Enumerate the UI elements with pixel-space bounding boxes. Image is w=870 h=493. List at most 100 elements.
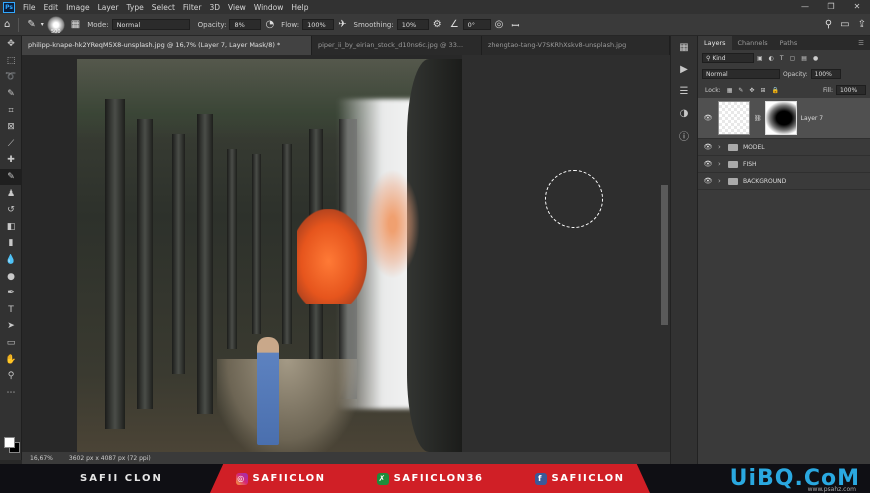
tab-document-3[interactable]: zhengtao-tang-V7SKRhXskv8-unsplash.jpg xyxy=(482,36,670,55)
blur-tool-icon[interactable]: 💧 xyxy=(0,252,22,269)
chevron-right-icon[interactable]: › xyxy=(718,177,728,185)
pen-tool-icon[interactable]: ✒ xyxy=(0,285,22,302)
chevron-down-icon[interactable]: ▾ xyxy=(41,21,44,28)
brush-tool-icon[interactable]: ✎ xyxy=(0,168,22,186)
document-image[interactable] xyxy=(77,59,462,452)
layer-group-row[interactable]: 👁 › BACKGROUND xyxy=(698,173,870,190)
scrollbar-thumb[interactable] xyxy=(661,185,668,325)
adjustments-panel-icon[interactable]: ◑ xyxy=(671,102,697,124)
lock-position-icon[interactable]: ✥ xyxy=(749,87,754,94)
menu-type[interactable]: Type xyxy=(123,3,148,12)
history-panel-icon[interactable]: ▦ xyxy=(671,36,697,58)
filter-shape-icon[interactable]: ▢ xyxy=(790,55,796,62)
healing-tool-icon[interactable]: ✚ xyxy=(0,152,22,169)
opacity-field[interactable]: 8% xyxy=(229,19,262,30)
more-tools-icon[interactable]: ⋯ xyxy=(0,384,22,401)
visibility-eye-icon[interactable]: 👁 xyxy=(698,143,718,151)
panel-menu-icon[interactable]: ☰ xyxy=(852,36,870,50)
actions-panel-icon[interactable]: ▶ xyxy=(671,58,697,80)
brush-settings-icon[interactable]: ▦ xyxy=(71,19,80,30)
quick-select-tool-icon[interactable]: ✎ xyxy=(0,86,22,103)
filter-kind-select[interactable]: ⚲ Kind xyxy=(702,53,754,63)
clone-stamp-tool-icon[interactable]: ♟ xyxy=(0,185,22,202)
layer-opacity-field[interactable]: 100% xyxy=(810,69,841,79)
filter-smart-icon[interactable]: ▤ xyxy=(801,55,807,62)
marquee-tool-icon[interactable]: ⬚ xyxy=(0,53,22,70)
tab-document-2[interactable]: piper_ii_by_eirian_stock_d10ns6c.jpg @ 3… xyxy=(312,36,482,55)
lasso-tool-icon[interactable]: ➰ xyxy=(0,69,22,86)
angle-field[interactable]: 0° xyxy=(462,19,491,30)
zoom-level[interactable]: 16,67% xyxy=(30,455,53,462)
menu-view[interactable]: View xyxy=(224,3,250,12)
lock-artboard-icon[interactable]: ⊞ xyxy=(760,87,765,94)
lock-transparency-icon[interactable]: ▦ xyxy=(727,87,733,94)
hand-tool-icon[interactable]: ✋ xyxy=(0,351,22,368)
layer-row[interactable]: 👁 ⛓ Layer 7 xyxy=(698,98,870,139)
layer-thumbnail[interactable] xyxy=(718,101,750,135)
blend-mode-select[interactable]: Normal xyxy=(702,69,780,79)
tab-channels[interactable]: Channels xyxy=(732,36,774,50)
pressure-opacity-icon[interactable]: ◔ xyxy=(265,19,274,30)
lock-all-icon[interactable]: 🔒 xyxy=(771,87,778,94)
minimize-icon[interactable]: — xyxy=(792,0,818,14)
visibility-eye-icon[interactable]: 👁 xyxy=(698,177,718,185)
chain-link-icon[interactable]: ⛓ xyxy=(754,115,762,122)
menu-image[interactable]: Image xyxy=(62,3,94,12)
chevron-right-icon[interactable]: › xyxy=(718,143,728,151)
flow-field[interactable]: 100% xyxy=(302,19,335,30)
menu-edit[interactable]: Edit xyxy=(40,3,63,12)
angle-icon[interactable]: ∠ xyxy=(450,19,459,30)
visibility-eye-icon[interactable]: 👁 xyxy=(698,160,718,168)
layer-fill-field[interactable]: 100% xyxy=(836,85,866,95)
path-selection-tool-icon[interactable]: ➤ xyxy=(0,318,22,335)
brush-preset-picker[interactable]: 500 xyxy=(46,15,65,35)
filter-adjust-icon[interactable]: ◐ xyxy=(769,55,774,62)
filter-type-icon[interactable]: T xyxy=(780,55,784,62)
share-icon[interactable]: ⇪ xyxy=(858,19,866,30)
lock-pixels-icon[interactable]: ✎ xyxy=(738,87,743,94)
menu-3d[interactable]: 3D xyxy=(205,3,224,12)
shape-tool-icon[interactable]: ▭ xyxy=(0,335,22,352)
symmetry-icon[interactable]: ꟷ xyxy=(511,18,519,32)
info-panel-icon[interactable]: ⓘ xyxy=(671,124,697,146)
frame-tool-icon[interactable]: ⊠ xyxy=(0,119,22,136)
properties-panel-icon[interactable]: ☰ xyxy=(671,80,697,102)
gradient-tool-icon[interactable]: ▮ xyxy=(0,235,22,252)
menu-help[interactable]: Help xyxy=(287,3,312,12)
photoshop-logo-icon[interactable]: Ps xyxy=(3,1,15,13)
crop-tool-icon[interactable]: ⌗ xyxy=(0,102,22,119)
vertical-scrollbar[interactable] xyxy=(659,55,670,452)
maximize-icon[interactable]: ❐ xyxy=(818,0,844,14)
foreground-color-swatch[interactable] xyxy=(4,437,15,448)
menu-select[interactable]: Select xyxy=(148,3,179,12)
filter-toggle-icon[interactable]: ● xyxy=(813,55,818,62)
menu-layer[interactable]: Layer xyxy=(94,3,123,12)
menu-window[interactable]: Window xyxy=(250,3,288,12)
airbrush-icon[interactable]: ✈ xyxy=(338,19,346,30)
filter-pixel-icon[interactable]: ▣ xyxy=(757,55,763,62)
close-icon[interactable]: ✕ xyxy=(844,0,870,14)
search-icon[interactable]: ⚲ xyxy=(825,19,832,30)
pressure-size-icon[interactable]: ◎ xyxy=(495,19,504,30)
workspace-icon[interactable]: ▭ xyxy=(840,19,849,30)
visibility-eye-icon[interactable]: 👁 xyxy=(698,114,718,122)
canvas-area[interactable] xyxy=(22,55,659,452)
history-brush-tool-icon[interactable]: ↺ xyxy=(0,202,22,219)
type-tool-icon[interactable]: T xyxy=(0,302,22,319)
brush-tool-icon[interactable]: ✎ xyxy=(27,19,35,30)
dodge-tool-icon[interactable]: ● xyxy=(0,268,22,285)
layer-group-row[interactable]: 👁 › FISH xyxy=(698,156,870,173)
gear-icon[interactable]: ⚙ xyxy=(433,19,442,30)
chevron-right-icon[interactable]: › xyxy=(718,160,728,168)
zoom-tool-icon[interactable]: ⚲ xyxy=(0,368,22,385)
smoothing-field[interactable]: 10% xyxy=(396,19,429,30)
tab-document-1[interactable]: philipp-knape-hk2YReqM5X8-unsplash.jpg @… xyxy=(22,36,312,55)
menu-file[interactable]: File xyxy=(19,3,40,12)
eyedropper-tool-icon[interactable]: ⟋ xyxy=(0,136,22,153)
move-tool-icon[interactable]: ✥ xyxy=(0,36,22,53)
home-icon[interactable]: ⌂ xyxy=(4,19,10,30)
layer-mask-thumbnail[interactable] xyxy=(764,101,797,135)
mode-select[interactable]: Normal xyxy=(111,19,190,30)
tab-layers[interactable]: Layers xyxy=(698,36,732,50)
tab-paths[interactable]: Paths xyxy=(774,36,804,50)
